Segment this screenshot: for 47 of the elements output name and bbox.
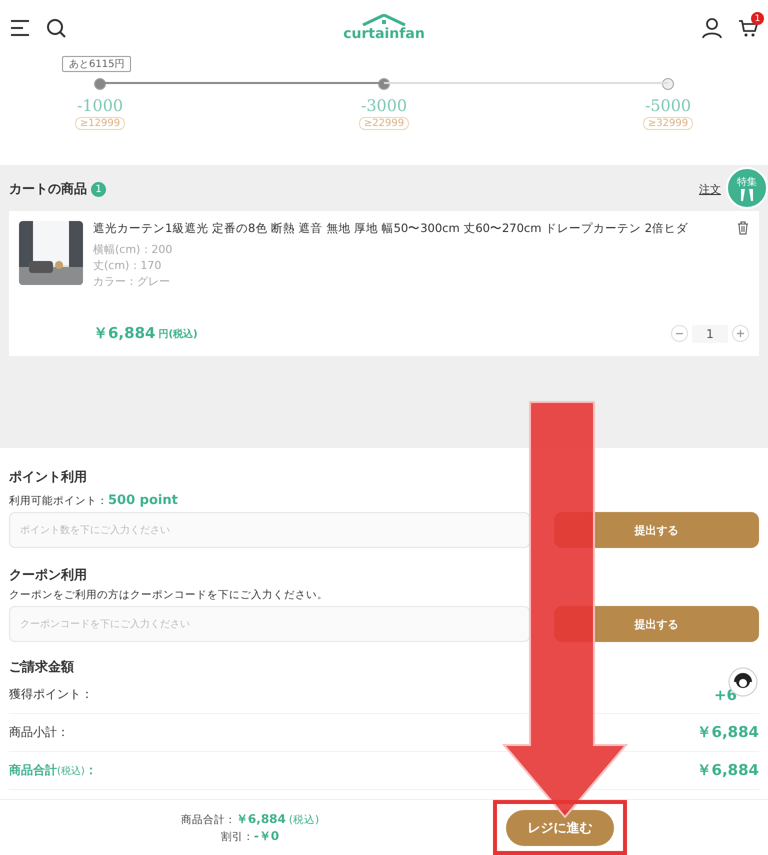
threshold-tag: ≥22999 bbox=[358, 117, 410, 130]
billing-label: 獲得ポイント： bbox=[9, 686, 93, 703]
decrease-button[interactable] bbox=[671, 325, 688, 342]
quantity-field[interactable]: 1 bbox=[692, 324, 728, 342]
footer-tax-note: (税込) bbox=[288, 814, 320, 826]
available-points-label: 利用可能ポイント： bbox=[9, 494, 108, 508]
threshold-tag: ≥12999 bbox=[74, 117, 126, 130]
product-option: 丈(cm)：170 bbox=[93, 258, 749, 274]
discount-amount: -5000 bbox=[644, 96, 692, 115]
cart-count-badge: 1 bbox=[751, 12, 764, 25]
product-option: 横幅(cm)：200 bbox=[93, 242, 749, 258]
available-points-value: 500 point bbox=[108, 493, 178, 508]
checkout-button[interactable]: レジに進む bbox=[506, 810, 614, 846]
discount-amount: -3000 bbox=[360, 96, 408, 115]
search-icon[interactable] bbox=[46, 18, 66, 38]
section-title: クーポン利用 bbox=[9, 567, 88, 584]
order-history-link[interactable]: 注文 bbox=[699, 182, 721, 196]
footer-total-label: 商品合計： bbox=[180, 814, 236, 826]
cart-title: カートの商品 bbox=[9, 180, 87, 198]
product-option: カラー：グレー bbox=[93, 274, 749, 290]
footer-discount-value: -￥0 bbox=[254, 828, 280, 842]
billing-label: 商品小計： bbox=[9, 724, 69, 741]
points-input-field[interactable]: ポイント数を下にご入力ください bbox=[9, 512, 530, 548]
billing-value: ￥6,884 bbox=[696, 723, 759, 742]
trash-icon[interactable] bbox=[737, 221, 749, 235]
house-logo-icon bbox=[361, 14, 407, 26]
section-title: ポイント利用 bbox=[9, 469, 88, 486]
footer-discount-label: 割引： bbox=[220, 830, 254, 842]
plus-icon bbox=[737, 330, 744, 337]
threshold-tag: ≥32999 bbox=[642, 117, 694, 130]
increase-button[interactable] bbox=[732, 325, 749, 342]
minus-icon bbox=[676, 332, 683, 334]
coupon-note: クーポンをご利用の方はクーポンコードを下にご入力ください。 bbox=[9, 588, 329, 602]
discount-amount: -1000 bbox=[76, 96, 124, 115]
billing-value: ￥6,884 bbox=[696, 761, 759, 780]
section-title: ご請求金額 bbox=[9, 658, 75, 676]
logo: curtainfan bbox=[343, 26, 425, 42]
remaining-amount-tag: あと6115円 bbox=[62, 56, 132, 72]
coupon-input-field[interactable]: クーポンコードを下にご入力ください bbox=[9, 606, 530, 642]
menu-icon[interactable] bbox=[10, 19, 30, 37]
user-icon[interactable] bbox=[702, 18, 722, 38]
feature-badge[interactable]: 特集 bbox=[726, 167, 768, 209]
price-unit: 円(税込) bbox=[158, 328, 198, 340]
cart-item-count: 1 bbox=[91, 182, 106, 196]
product-price: ￥6,884 bbox=[93, 324, 156, 343]
footer-total-value: ￥6,884 bbox=[236, 812, 286, 826]
product-name: 遮光カーテン1級遮光 定番の8色 断熱 遮音 無地 厚地 幅50〜300cm 丈60〜270cm ドレープカーテン 2倍ヒダ bbox=[93, 221, 690, 236]
